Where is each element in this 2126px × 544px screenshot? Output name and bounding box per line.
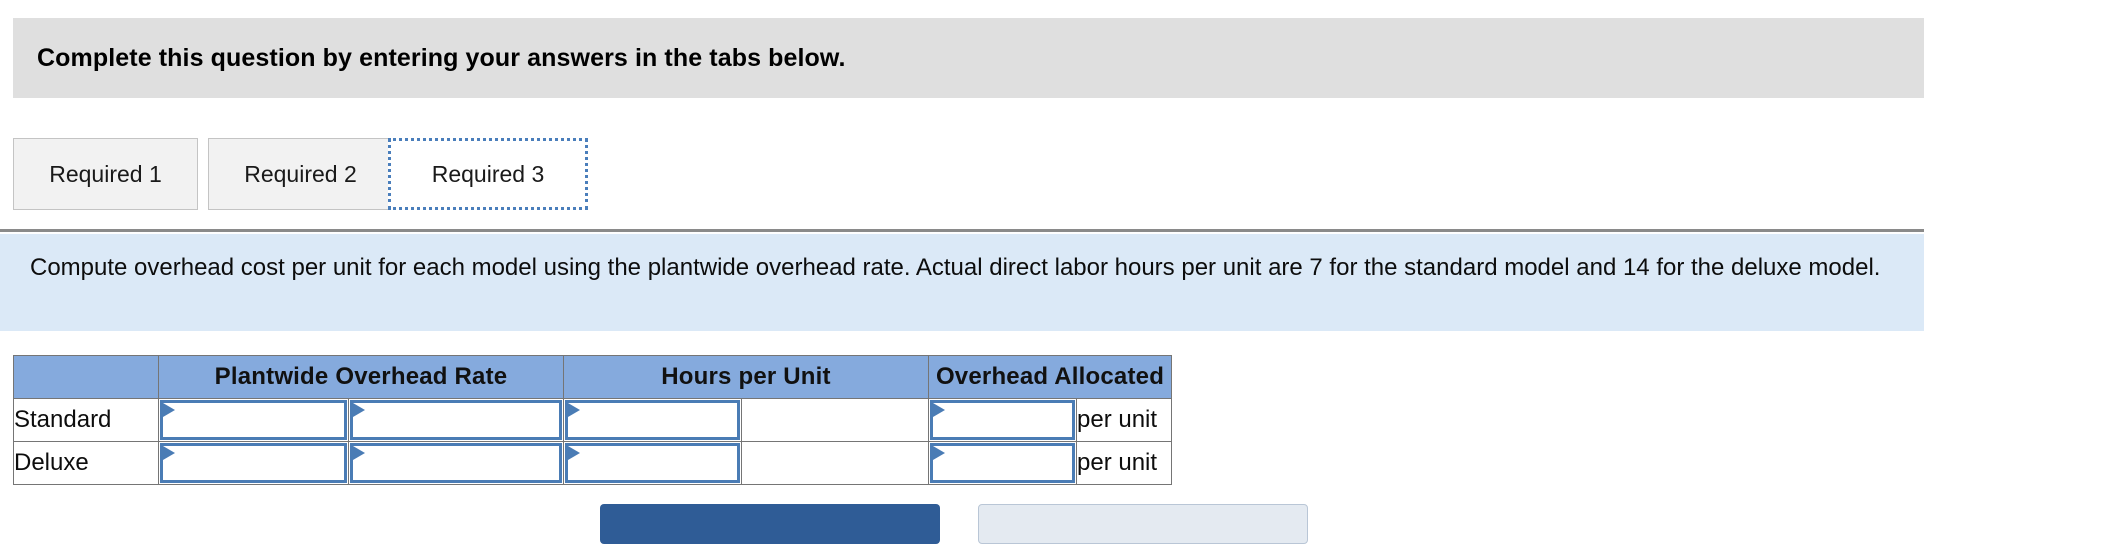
cell-deluxe-hours-blank <box>741 441 929 485</box>
question-instructions-panel: Compute overhead cost per unit for each … <box>0 234 1924 331</box>
tab-required-3-label: Required 3 <box>431 160 545 187</box>
input-deluxe-rate-numerator[interactable] <box>160 443 347 483</box>
secondary-action-button[interactable] <box>978 504 1308 544</box>
tab-required-1[interactable]: Required 1 <box>13 138 198 210</box>
row-label-deluxe: Deluxe <box>13 441 159 485</box>
unit-label-deluxe: per unit <box>1076 441 1172 485</box>
column-header-plantwide-overhead-rate: Plantwide Overhead Rate <box>158 355 564 399</box>
input-standard-rate-numerator[interactable] <box>160 400 347 440</box>
row-label-standard: Standard <box>13 398 159 442</box>
input-deluxe-rate-denominator[interactable] <box>350 443 562 483</box>
unit-label-standard: per unit <box>1076 398 1172 442</box>
column-header-blank <box>13 355 159 399</box>
table-header-row: Plantwide Overhead Rate Hours per Unit O… <box>13 355 1172 399</box>
input-standard-hours[interactable] <box>565 400 740 440</box>
cell-standard-hours-input[interactable] <box>563 398 742 442</box>
banner-title: Complete this question by entering your … <box>37 43 846 72</box>
cell-standard-hours-blank <box>741 398 929 442</box>
tab-required-3[interactable]: Required 3 <box>388 138 588 210</box>
tab-required-2[interactable]: Required 2 <box>208 138 393 210</box>
input-deluxe-overhead-allocated[interactable] <box>930 443 1075 483</box>
tab-required-2-label: Required 2 <box>244 160 357 187</box>
table-row: Deluxe per unit <box>13 441 1172 485</box>
table-row: Standard per unit <box>13 398 1172 442</box>
column-header-overhead-allocated: Overhead Allocated <box>928 355 1172 399</box>
cell-deluxe-hours-input[interactable] <box>563 441 742 485</box>
column-header-hours-per-unit: Hours per Unit <box>563 355 929 399</box>
cell-standard-rate-numerator[interactable] <box>158 398 349 442</box>
instruction-banner: Complete this question by entering your … <box>13 18 1924 98</box>
input-standard-rate-denominator[interactable] <box>350 400 562 440</box>
question-instructions-text: Compute overhead cost per unit for each … <box>30 254 1881 281</box>
cell-deluxe-rate-numerator[interactable] <box>158 441 349 485</box>
input-deluxe-hours[interactable] <box>565 443 740 483</box>
cell-standard-rate-denominator[interactable] <box>348 398 564 442</box>
answer-table: Plantwide Overhead Rate Hours per Unit O… <box>13 355 1172 485</box>
cell-deluxe-overhead-allocated[interactable] <box>928 441 1077 485</box>
tab-bar-divider <box>0 229 1924 232</box>
cell-standard-overhead-allocated[interactable] <box>928 398 1077 442</box>
tab-bar: Required 1 Required 2 Required 3 <box>0 138 2126 232</box>
cell-deluxe-rate-denominator[interactable] <box>348 441 564 485</box>
input-standard-overhead-allocated[interactable] <box>930 400 1075 440</box>
primary-action-button[interactable] <box>600 504 940 544</box>
tab-required-1-label: Required 1 <box>49 160 162 187</box>
